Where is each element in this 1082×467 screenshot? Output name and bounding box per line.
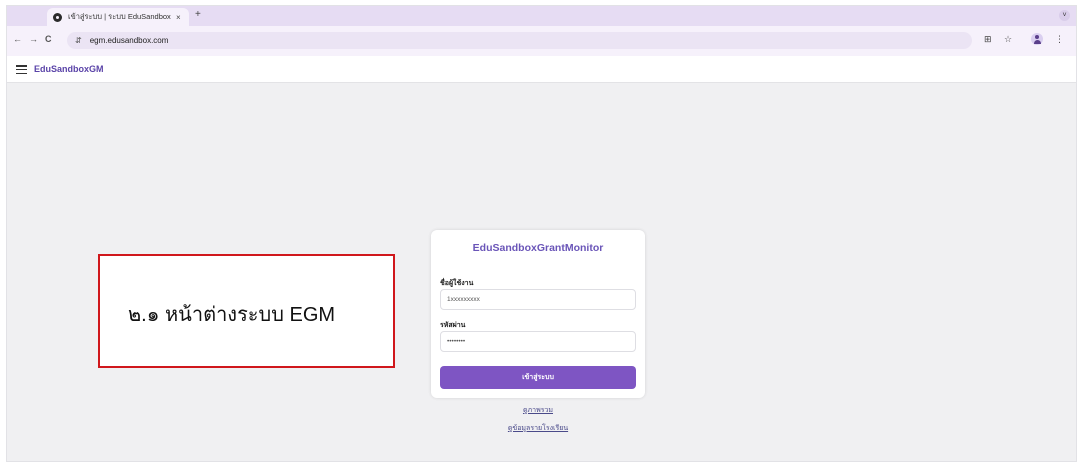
overview-link[interactable]: ดูภาพรวม [431,405,645,416]
forward-button[interactable]: → [29,34,38,44]
back-button[interactable]: ← [13,34,22,44]
annotation-box: ๒.๑ หน้าต่างระบบ EGM [98,254,395,368]
bookmark-star-icon[interactable]: ☆ [1004,34,1012,45]
browser-toolbar: ← → C ⇵ egm.edusandbox.com ⊞ ☆ ⋮ [7,26,1076,56]
login-card: EduSandboxGrantMonitor ชื่อผู้ใช้งาน 1xx… [431,230,645,398]
username-input[interactable]: 1xxxxxxxxx [440,289,636,310]
password-input[interactable]: •••••••• [440,331,636,352]
brand-title[interactable]: EduSandboxGM [34,64,104,74]
address-bar[interactable]: ⇵ egm.edusandbox.com [67,32,972,49]
app-header: EduSandboxGM [7,56,1076,83]
tab-login[interactable]: เข้าสู่ระบบ | ระบบ EduSandbox × [47,8,189,26]
edusandbox-favicon-icon [53,12,62,22]
tab-title: เข้าสู่ระบบ | ระบบ EduSandbox [68,12,171,21]
tab-close-icon[interactable]: × [176,13,181,22]
username-label: ชื่อผู้ใช้งาน [440,280,474,287]
hamburger-menu-icon[interactable] [16,65,27,75]
tab-search-button[interactable]: ˅ [1059,10,1070,21]
translate-icon[interactable]: ⊞ [984,34,992,45]
new-tab-button[interactable]: + [195,9,201,20]
password-label: รหัสผ่าน [440,322,466,329]
site-info-icon[interactable]: ⇵ [75,36,82,45]
browser-menu-icon[interactable]: ⋮ [1055,34,1064,45]
annotation-text: ๒.๑ หน้าต่างระบบ EGM [128,304,336,326]
school-data-link[interactable]: ดูข้อมูลรายโรงเรียน [431,423,645,434]
login-button[interactable]: เข้าสู่ระบบ [440,366,636,389]
url-text[interactable]: egm.edusandbox.com [90,36,169,45]
reload-button[interactable]: C [45,34,52,44]
login-title: EduSandboxGrantMonitor [472,242,604,254]
profile-avatar[interactable] [1031,33,1043,45]
tab-strip: เข้าสู่ระบบ | ระบบ EduSandbox × + ˅ [7,6,1076,26]
